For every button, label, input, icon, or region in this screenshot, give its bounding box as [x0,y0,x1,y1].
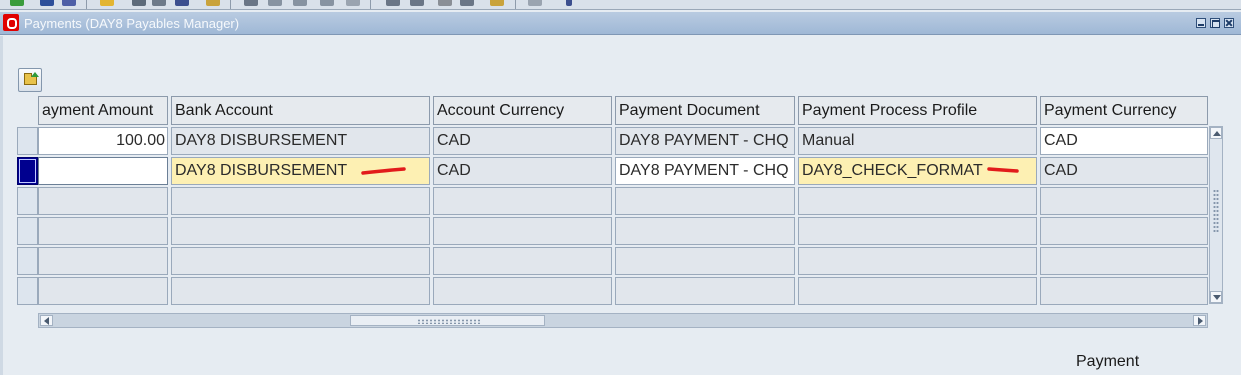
print-icon[interactable] [132,0,146,6]
payment-process-profile-field[interactable] [798,217,1037,245]
payment-document-field[interactable] [615,277,795,305]
record-indicator[interactable] [17,217,38,245]
bank-account-field[interactable] [171,247,430,275]
payment-currency-field[interactable] [1040,187,1208,215]
scroll-grip [417,319,481,324]
arrow-left-icon [44,317,49,325]
folder-toolbar-icon[interactable] [206,0,220,6]
payment-currency-field[interactable]: CAD [1040,157,1208,185]
payment-currency-field[interactable] [1040,217,1208,245]
account-currency-field[interactable]: CAD [433,157,612,185]
payment-amount-field[interactable]: 100.00 [38,127,168,155]
payment-process-profile-field[interactable] [798,187,1037,215]
column-header-payment-document[interactable]: Payment Document [615,96,795,125]
horizontal-scrollbar[interactable] [38,313,1208,328]
record-indicator[interactable] [17,127,38,155]
column-header-bank-account[interactable]: Bank Account [171,96,430,125]
arrow-right-icon [1198,317,1203,325]
payment-document-field[interactable]: DAY8 PAYMENT - CHQ [615,127,795,155]
folder-open-button[interactable] [18,68,42,92]
delete-icon[interactable] [346,0,360,6]
translations-icon[interactable] [438,0,452,6]
record-indicator[interactable] [17,187,38,215]
record-icon[interactable] [175,0,189,6]
toolbar [0,0,1241,10]
payment-amount-field[interactable] [38,217,168,245]
arrow-up-icon [1213,131,1221,136]
cut-icon[interactable] [244,0,258,6]
payment-document-field[interactable] [615,247,795,275]
bank-account-field[interactable]: DAY8 DISBURSEMENT [171,127,430,155]
payment-amount-field[interactable] [38,247,168,275]
window-title-bar[interactable]: Payments (DAY8 Payables Manager) [0,12,1241,35]
scroll-grip[interactable] [1213,189,1219,233]
bank-account-field[interactable] [171,277,430,305]
payment-process-profile-field[interactable]: Manual [798,127,1037,155]
clear-record-icon[interactable] [320,0,334,6]
attachments-icon[interactable] [460,0,474,6]
maximize-button[interactable] [1210,18,1220,28]
payments-window: Payments (DAY8 Payables Manager) ayment … [0,0,1241,375]
account-currency-field[interactable] [433,247,612,275]
payment-amount-field[interactable] [38,157,168,185]
save-icon[interactable] [100,0,114,6]
close-form-icon[interactable] [152,0,166,6]
payment-document-field[interactable] [615,187,795,215]
account-currency-field[interactable] [433,277,612,305]
bank-account-field[interactable] [171,187,430,215]
payment-document-field[interactable] [615,217,795,245]
window-title: Payments (DAY8 Payables Manager) [24,16,240,31]
bank-account-field[interactable] [171,217,430,245]
close-button[interactable] [1224,18,1234,28]
record-indicator[interactable] [17,247,38,275]
paste-icon[interactable] [293,0,307,6]
folder-open-icon [24,73,37,85]
payment-currency-field[interactable] [1040,277,1208,305]
payment-amount-field[interactable] [38,187,168,215]
column-header-payment-process-profile[interactable]: Payment Process Profile [798,96,1037,125]
column-header-account-currency[interactable]: Account Currency [433,96,612,125]
window-left-edge [0,36,3,375]
red-underline-mark [361,167,406,175]
scroll-down-button[interactable] [1210,291,1222,303]
scroll-right-button[interactable] [1193,315,1206,326]
navigator-icon[interactable] [62,0,76,6]
payment-document-field[interactable]: DAY8 PAYMENT - CHQ [615,157,795,185]
payment-process-profile-field[interactable] [798,277,1037,305]
column-header-payment-amount[interactable]: ayment Amount [38,96,168,125]
payment-currency-field[interactable]: CAD [1040,127,1208,155]
account-currency-field[interactable]: CAD [433,127,612,155]
find-icon[interactable] [40,0,54,6]
vertical-scrollbar[interactable] [1209,126,1223,304]
arrow-down-icon [1213,295,1221,300]
help-icon[interactable] [566,0,572,6]
column-header-payment-currency[interactable]: Payment Currency [1040,96,1208,125]
oracle-icon[interactable] [3,14,19,31]
minimize-button[interactable] [1196,18,1206,28]
account-currency-field[interactable] [433,187,612,215]
zoom-icon[interactable] [410,0,424,6]
scroll-left-button[interactable] [40,315,53,326]
edit-field-icon[interactable] [386,0,400,6]
payment-process-profile-field[interactable] [798,247,1037,275]
scroll-up-button[interactable] [1210,127,1222,139]
account-currency-field[interactable] [433,217,612,245]
window-icon[interactable] [528,0,542,6]
payment-section-label: Payment [1076,353,1140,370]
folder-tools-icon[interactable] [490,0,504,6]
record-indicator-current[interactable] [17,157,38,185]
payment-currency-field[interactable] [1040,247,1208,275]
horizontal-scroll-thumb[interactable] [350,315,545,326]
copy-icon[interactable] [268,0,282,6]
payment-amount-field[interactable] [38,277,168,305]
new-icon[interactable] [10,0,24,6]
record-indicator[interactable] [17,277,38,305]
red-underline-mark [987,167,1019,173]
arrow-up-icon [31,72,39,77]
